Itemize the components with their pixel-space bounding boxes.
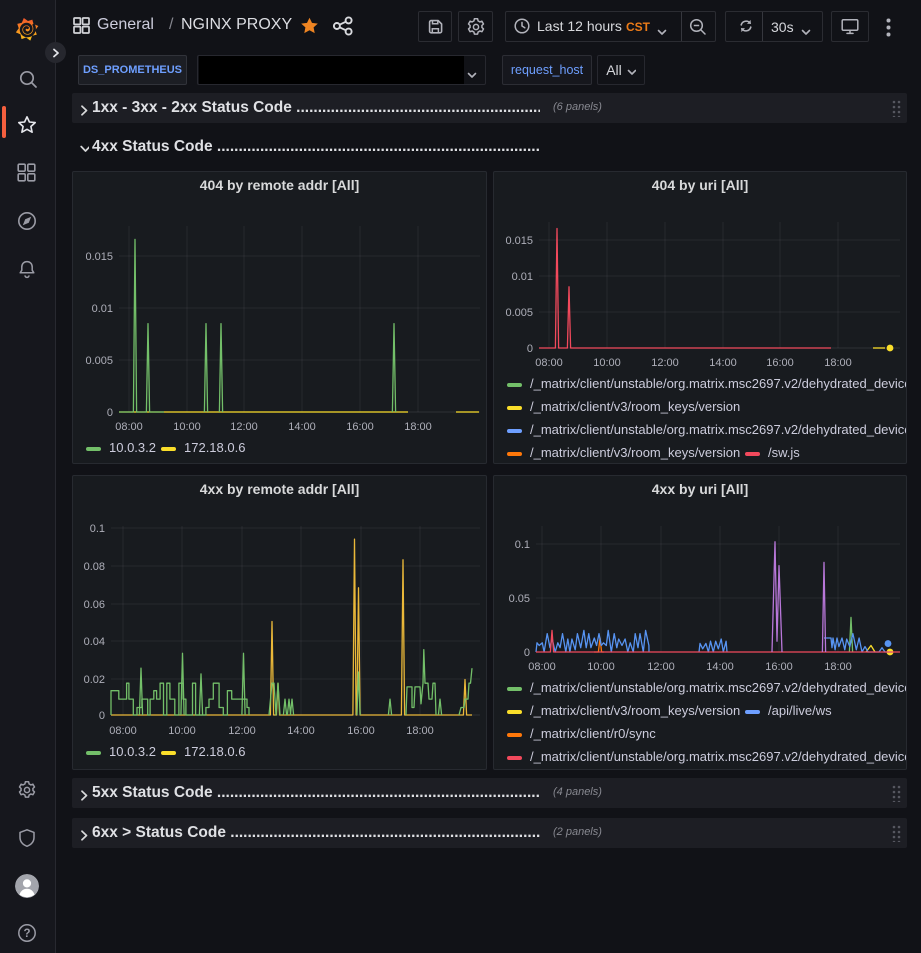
svg-text:?: ? [23, 928, 30, 940]
svg-text:08:00: 08:00 [115, 421, 143, 433]
svg-text:08:00: 08:00 [109, 725, 137, 737]
svg-text:14:00: 14:00 [287, 725, 315, 737]
svg-text:0.005: 0.005 [505, 307, 533, 319]
svg-text:0: 0 [527, 343, 533, 355]
svg-text:0: 0 [99, 710, 105, 722]
svg-text:0: 0 [524, 647, 530, 659]
svg-text:12:00: 12:00 [651, 357, 679, 369]
svg-text:0.015: 0.015 [85, 251, 113, 263]
svg-text:18:00: 18:00 [404, 421, 432, 433]
svg-text:12:00: 12:00 [230, 421, 258, 433]
svg-text:16:00: 16:00 [766, 357, 794, 369]
svg-text:0: 0 [107, 407, 113, 419]
svg-text:18:00: 18:00 [824, 357, 852, 369]
svg-text:14:00: 14:00 [288, 421, 316, 433]
svg-text:0.1: 0.1 [90, 523, 105, 535]
svg-text:0.1: 0.1 [515, 539, 530, 551]
svg-text:12:00: 12:00 [228, 725, 256, 737]
svg-text:18:00: 18:00 [824, 661, 852, 673]
svg-text:0.02: 0.02 [84, 674, 105, 686]
svg-text:08:00: 08:00 [528, 661, 556, 673]
svg-text:0.08: 0.08 [84, 561, 105, 573]
svg-text:12:00: 12:00 [647, 661, 675, 673]
svg-text:0.01: 0.01 [512, 271, 533, 283]
svg-text:14:00: 14:00 [706, 661, 734, 673]
svg-text:10:00: 10:00 [587, 661, 615, 673]
svg-text:14:00: 14:00 [709, 357, 737, 369]
svg-text:16:00: 16:00 [347, 725, 375, 737]
svg-text:16:00: 16:00 [346, 421, 374, 433]
svg-text:10:00: 10:00 [593, 357, 621, 369]
svg-text:0.01: 0.01 [92, 303, 113, 315]
svg-text:0.06: 0.06 [84, 599, 105, 611]
svg-text:0.04: 0.04 [84, 636, 105, 648]
svg-text:10:00: 10:00 [173, 421, 201, 433]
svg-text:0.05: 0.05 [509, 593, 530, 605]
svg-text:18:00: 18:00 [406, 725, 434, 737]
svg-text:16:00: 16:00 [765, 661, 793, 673]
svg-text:08:00: 08:00 [535, 357, 563, 369]
svg-text:0.005: 0.005 [85, 355, 113, 367]
svg-text:10:00: 10:00 [168, 725, 196, 737]
svg-text:0.015: 0.015 [505, 235, 533, 247]
